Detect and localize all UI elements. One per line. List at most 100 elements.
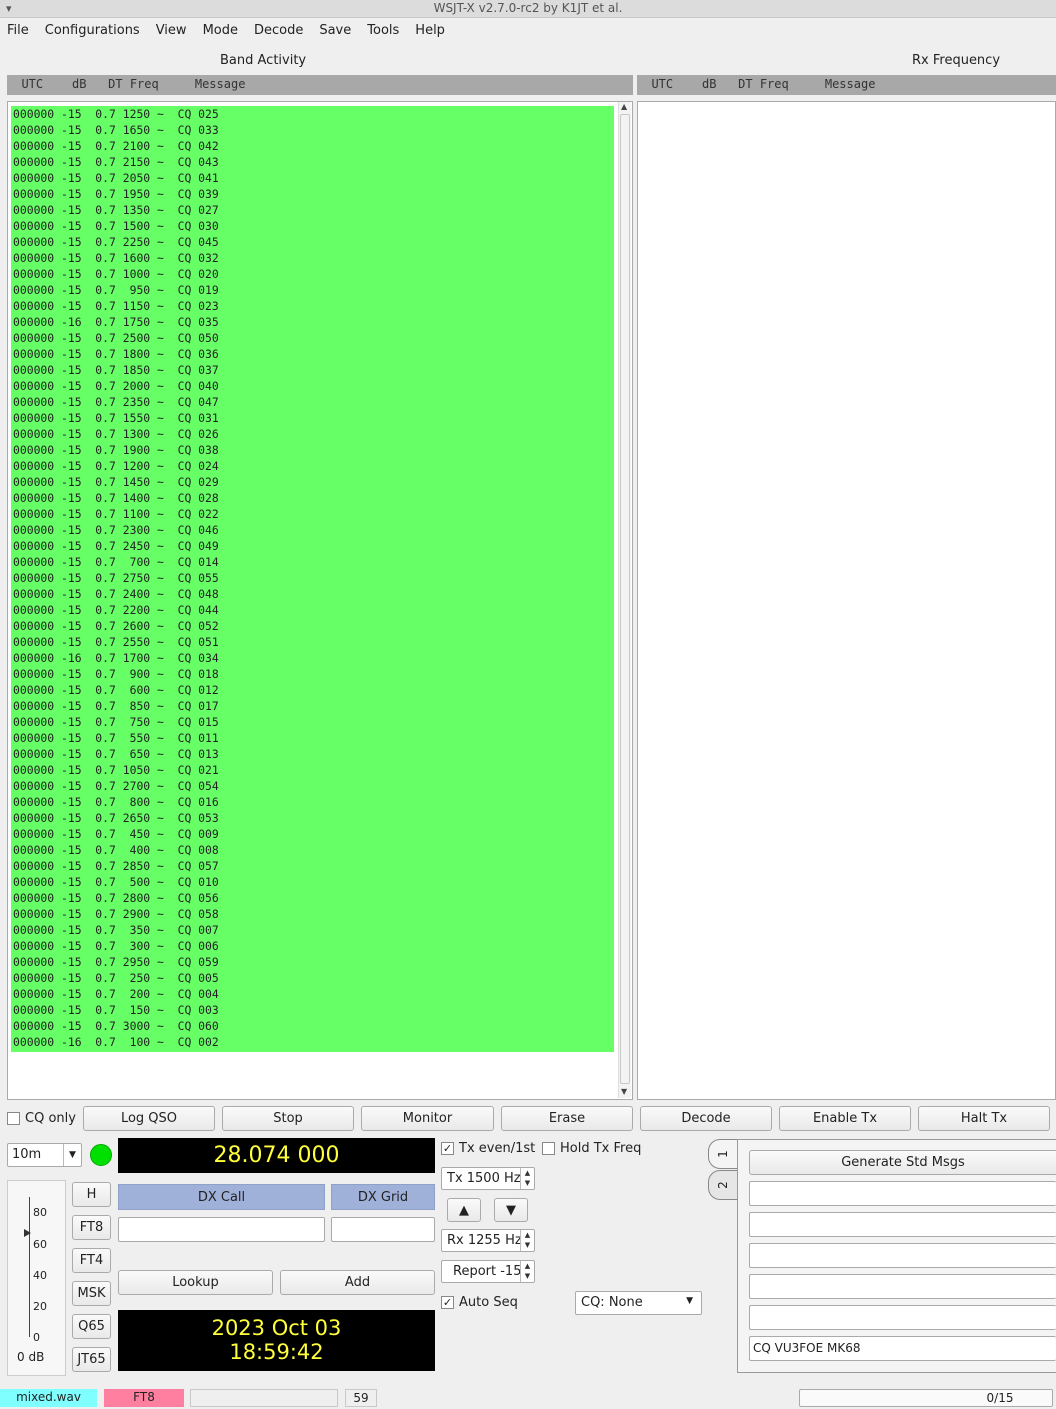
scroll-thumb[interactable] xyxy=(620,114,630,1084)
decode-row[interactable]: 000000 -15 0.7 2950 ~ CQ 059 xyxy=(13,954,614,970)
spin-arrows-icon[interactable]: ▲ ▼ xyxy=(520,1168,534,1189)
log-qso-button[interactable]: Log QSO xyxy=(83,1106,215,1131)
decode-button[interactable]: Decode xyxy=(640,1106,772,1131)
decode-row[interactable]: 000000 -15 0.7 1050 ~ CQ 021 xyxy=(13,762,614,778)
decode-row[interactable]: 000000 -15 0.7 2850 ~ CQ 057 xyxy=(13,858,614,874)
decode-row[interactable]: 000000 -15 0.7 2400 ~ CQ 048 xyxy=(13,586,614,602)
decode-row[interactable]: 000000 -15 0.7 400 ~ CQ 008 xyxy=(13,842,614,858)
tx-even-check-icon[interactable]: ✓ xyxy=(441,1142,454,1155)
menu-view[interactable]: View xyxy=(156,23,187,38)
mode-msk-button[interactable]: MSK xyxy=(72,1281,111,1306)
monitor-button[interactable]: Monitor xyxy=(361,1106,494,1131)
tx-message-1[interactable] xyxy=(749,1181,1056,1206)
decode-row[interactable]: 000000 -15 0.7 750 ~ CQ 015 xyxy=(13,714,614,730)
spin-arrows-icon[interactable]: ▲ ▼ xyxy=(520,1230,534,1251)
tx-message-3[interactable] xyxy=(749,1243,1056,1268)
dx-grid-input[interactable] xyxy=(331,1217,435,1242)
stop-button[interactable]: Stop xyxy=(222,1106,354,1131)
decode-row[interactable]: 000000 -15 0.7 3000 ~ CQ 060 xyxy=(13,1018,614,1034)
decode-row[interactable]: 000000 -15 0.7 1550 ~ CQ 031 xyxy=(13,410,614,426)
band-select[interactable]: 10m ▼ xyxy=(7,1143,82,1167)
tx-message-6[interactable]: CQ VU3FOE MK68 xyxy=(749,1336,1056,1361)
decode-row[interactable]: 000000 -15 0.7 200 ~ CQ 004 xyxy=(13,986,614,1002)
halt-tx-button[interactable]: Halt Tx xyxy=(918,1106,1050,1131)
rx-frequency-list[interactable] xyxy=(637,101,1056,1100)
menu-file[interactable]: File xyxy=(7,23,29,38)
decode-row[interactable]: 000000 -15 0.7 1200 ~ CQ 024 xyxy=(13,458,614,474)
decode-row[interactable]: 000000 -15 0.7 2200 ~ CQ 044 xyxy=(13,602,614,618)
decode-row[interactable]: 000000 -15 0.7 1350 ~ CQ 027 xyxy=(13,202,614,218)
decode-row[interactable]: 000000 -15 0.7 1950 ~ CQ 039 xyxy=(13,186,614,202)
decode-row[interactable]: 000000 -16 0.7 100 ~ CQ 002 xyxy=(13,1034,614,1050)
scroll-up-icon[interactable]: ▲ xyxy=(621,102,627,111)
mode-ft8-button[interactable]: FT8 xyxy=(72,1215,111,1240)
tx-message-2[interactable] xyxy=(749,1212,1056,1237)
decode-row[interactable]: 000000 -15 0.7 1400 ~ CQ 028 xyxy=(13,490,614,506)
menu-mode[interactable]: Mode xyxy=(203,23,238,38)
decode-row[interactable]: 000000 -16 0.7 1700 ~ CQ 034 xyxy=(13,650,614,666)
band-activity-scrollbar[interactable]: ▲ ▼ xyxy=(618,102,631,1098)
decode-row[interactable]: 000000 -15 0.7 2600 ~ CQ 052 xyxy=(13,618,614,634)
dx-call-input[interactable] xyxy=(118,1217,325,1242)
hold-tx-freq-checkbox[interactable]: Hold Tx Freq xyxy=(542,1141,641,1156)
decode-row[interactable]: 000000 -15 0.7 850 ~ CQ 017 xyxy=(13,698,614,714)
decode-row[interactable]: 000000 -15 0.7 1450 ~ CQ 029 xyxy=(13,474,614,490)
decode-row[interactable]: 000000 -15 0.7 150 ~ CQ 003 xyxy=(13,1002,614,1018)
decode-row[interactable]: 000000 -15 0.7 1250 ~ CQ 025 xyxy=(13,106,614,122)
decode-row[interactable]: 000000 -15 0.7 1300 ~ CQ 026 xyxy=(13,426,614,442)
decode-row[interactable]: 000000 -15 0.7 250 ~ CQ 005 xyxy=(13,970,614,986)
tx-message-5[interactable] xyxy=(749,1305,1056,1330)
decode-row[interactable]: 000000 -16 0.7 1750 ~ CQ 035 xyxy=(13,314,614,330)
decode-row[interactable]: 000000 -15 0.7 2650 ~ CQ 053 xyxy=(13,810,614,826)
decode-row[interactable]: 000000 -15 0.7 700 ~ CQ 014 xyxy=(13,554,614,570)
decode-row[interactable]: 000000 -15 0.7 2550 ~ CQ 051 xyxy=(13,634,614,650)
auto-seq-checkbox[interactable]: ✓ Auto Seq xyxy=(441,1295,518,1310)
decode-row[interactable]: 000000 -15 0.7 2800 ~ CQ 056 xyxy=(13,890,614,906)
cq-select[interactable]: CQ: None ▼ xyxy=(575,1291,702,1315)
mode-jt65-button[interactable]: JT65 xyxy=(72,1347,111,1372)
mode-q65-button[interactable]: Q65 xyxy=(72,1314,111,1339)
menu-save[interactable]: Save xyxy=(319,23,351,38)
add-button[interactable]: Add xyxy=(280,1270,435,1295)
mode-h-button[interactable]: H xyxy=(72,1182,111,1207)
decode-row[interactable]: 000000 -15 0.7 1600 ~ CQ 032 xyxy=(13,250,614,266)
decode-row[interactable]: 000000 -15 0.7 2100 ~ CQ 042 xyxy=(13,138,614,154)
auto-seq-check-icon[interactable]: ✓ xyxy=(441,1296,454,1309)
decode-row[interactable]: 000000 -15 0.7 300 ~ CQ 006 xyxy=(13,938,614,954)
cq-only-box[interactable] xyxy=(7,1112,20,1125)
decode-row[interactable]: 000000 -15 0.7 900 ~ CQ 018 xyxy=(13,666,614,682)
tab-2[interactable]: 2 xyxy=(708,1170,738,1200)
set-rx-to-tx-button[interactable]: ▼ xyxy=(494,1198,528,1222)
decode-row[interactable]: 000000 -15 0.7 1150 ~ CQ 023 xyxy=(13,298,614,314)
decode-row[interactable]: 000000 -15 0.7 650 ~ CQ 013 xyxy=(13,746,614,762)
generate-std-msgs-button[interactable]: Generate Std Msgs xyxy=(749,1150,1056,1175)
menu-configurations[interactable]: Configurations xyxy=(45,23,140,38)
decode-row[interactable]: 000000 -15 0.7 500 ~ CQ 010 xyxy=(13,874,614,890)
decode-row[interactable]: 000000 -15 0.7 450 ~ CQ 009 xyxy=(13,826,614,842)
decode-row[interactable]: 000000 -15 0.7 1650 ~ CQ 033 xyxy=(13,122,614,138)
decode-row[interactable]: 000000 -15 0.7 2350 ~ CQ 047 xyxy=(13,394,614,410)
decode-row[interactable]: 000000 -15 0.7 2050 ~ CQ 041 xyxy=(13,170,614,186)
scroll-down-icon[interactable]: ▼ xyxy=(621,1087,627,1096)
cq-only-checkbox[interactable]: CQ only xyxy=(7,1111,76,1126)
chevron-down-icon[interactable]: ▼ xyxy=(63,1144,81,1166)
decode-row[interactable]: 000000 -15 0.7 2500 ~ CQ 050 xyxy=(13,330,614,346)
decode-row[interactable]: 000000 -15 0.7 600 ~ CQ 012 xyxy=(13,682,614,698)
hold-tx-freq-box[interactable] xyxy=(542,1142,555,1155)
decode-row[interactable]: 000000 -15 0.7 800 ~ CQ 016 xyxy=(13,794,614,810)
spin-arrows-icon[interactable]: ▲ ▼ xyxy=(520,1261,534,1282)
tx-even-checkbox[interactable]: ✓ Tx even/1st xyxy=(441,1141,535,1156)
lookup-button[interactable]: Lookup xyxy=(118,1270,273,1295)
rx-freq-spinbox[interactable]: Rx 1255 Hz ▲ ▼ xyxy=(441,1229,535,1252)
chevron-down-icon[interactable]: ▼ xyxy=(686,1296,693,1306)
decode-row[interactable]: 000000 -15 0.7 950 ~ CQ 019 xyxy=(13,282,614,298)
decode-row[interactable]: 000000 -15 0.7 1500 ~ CQ 030 xyxy=(13,218,614,234)
mode-ft4-button[interactable]: FT4 xyxy=(72,1248,111,1273)
set-tx-to-rx-button[interactable]: ▲ xyxy=(447,1198,481,1222)
decode-row[interactable]: 000000 -15 0.7 1000 ~ CQ 020 xyxy=(13,266,614,282)
report-spinbox[interactable]: Report -15 ▲ ▼ xyxy=(441,1260,535,1283)
decode-row[interactable]: 000000 -15 0.7 2900 ~ CQ 058 xyxy=(13,906,614,922)
menu-decode[interactable]: Decode xyxy=(254,23,303,38)
enable-tx-button[interactable]: Enable Tx xyxy=(779,1106,911,1131)
decode-row[interactable]: 000000 -15 0.7 1100 ~ CQ 022 xyxy=(13,506,614,522)
